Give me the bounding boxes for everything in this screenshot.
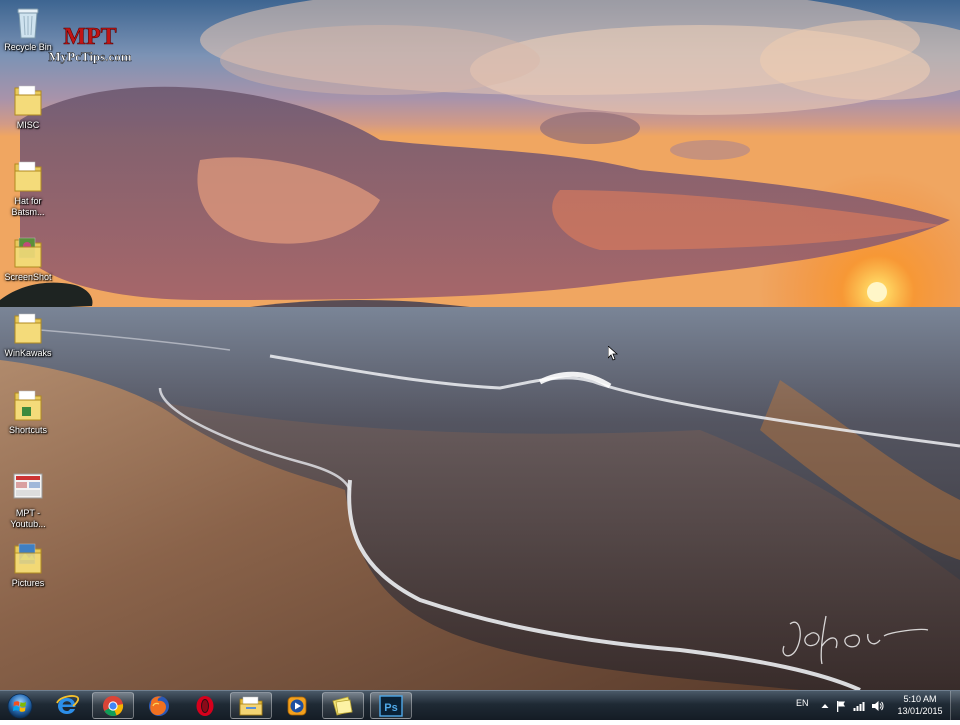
desktop-icon-screenshot[interactable]: ScreenShot [2,234,54,283]
start-button[interactable] [3,691,37,720]
windows-orb-icon [7,693,33,719]
explorer-icon [239,696,263,715]
photoshop-icon-text: Ps [384,702,397,714]
desktop-icon-misc[interactable]: MISC [2,82,54,131]
taskbar: Ps EN 5:10 AM 13/01/2015 [0,690,960,720]
folder-icon [14,161,42,192]
desktop-icon-label: Shortcuts [8,425,48,435]
clock-date: 13/01/2015 [897,706,943,716]
language-indicator[interactable]: EN [796,698,809,708]
desktop-icon-shortcuts[interactable]: Shortcuts [2,387,54,436]
desktop-icon-mpt-youtube[interactable]: MPT - Youtub... [2,470,54,530]
taskbar-sticky-notes-button[interactable] [322,692,364,719]
mouse-pointer-icon [608,346,618,361]
recycle-bin-icon [17,8,39,39]
show-hidden-icons-chevron-up-icon[interactable] [818,699,832,713]
taskbar-clock[interactable]: 5:10 AM 13/01/2015 [892,693,948,717]
desktop[interactable]: MPT MyPcTips.com Recycle Bin MISC Hat fo… [0,0,960,690]
pictures-folder-icon [14,543,42,574]
firefox-icon [149,695,169,716]
desktop-icon-label: MPT - Youtub... [10,508,46,529]
opera-icon [196,695,214,716]
desktop-icon-label: Recycle Bin [4,42,52,52]
action-center-flag-icon[interactable] [834,699,848,713]
watermark-brand: MPT [63,24,116,50]
taskbar-opera-button[interactable] [184,692,226,719]
beach-sunset-wallpaper [0,0,960,690]
taskbar-chrome-button[interactable] [92,692,134,719]
sticky-notes-icon [332,696,353,715]
document-icon [13,473,43,499]
desktop-icon-hat-for-batsm[interactable]: Hat for Batsm... [2,158,54,218]
volume-speaker-icon[interactable] [870,699,884,713]
taskbar-photoshop-button[interactable]: Ps [370,692,412,719]
folder-icon [14,237,42,268]
taskbar-firefox-button[interactable] [138,692,180,719]
folder-icon [14,313,42,344]
desktop-icon-pictures[interactable]: Pictures [2,540,54,589]
folder-icon [14,390,42,421]
desktop-icon-label: WinKawaks [4,348,52,358]
media-player-icon [287,696,307,715]
photographer-signature [782,615,929,665]
photoshop-icon: Ps [379,694,403,717]
desktop-icon-recycle-bin[interactable]: Recycle Bin [2,4,54,53]
folder-icon [14,85,42,116]
desktop-icon-label: Pictures [11,578,45,588]
network-signal-icon[interactable] [852,699,866,713]
desktop-icon-winkawaks[interactable]: WinKawaks [2,310,54,359]
ie-icon [56,694,80,714]
watermark-site: MyPcTips.com [48,49,131,64]
desktop-icon-label: MISC [16,120,40,130]
show-desktop-button[interactable] [950,691,960,720]
taskbar-internet-explorer-button[interactable] [46,692,88,719]
desktop-icon-label: ScreenShot [4,272,52,282]
taskbar-windows-explorer-button[interactable] [230,692,272,719]
chrome-icon [103,695,124,716]
taskbar-media-player-button[interactable] [276,692,318,719]
clock-time: 5:10 AM [903,694,937,704]
desktop-icon-label: Hat for Batsm... [11,196,45,217]
